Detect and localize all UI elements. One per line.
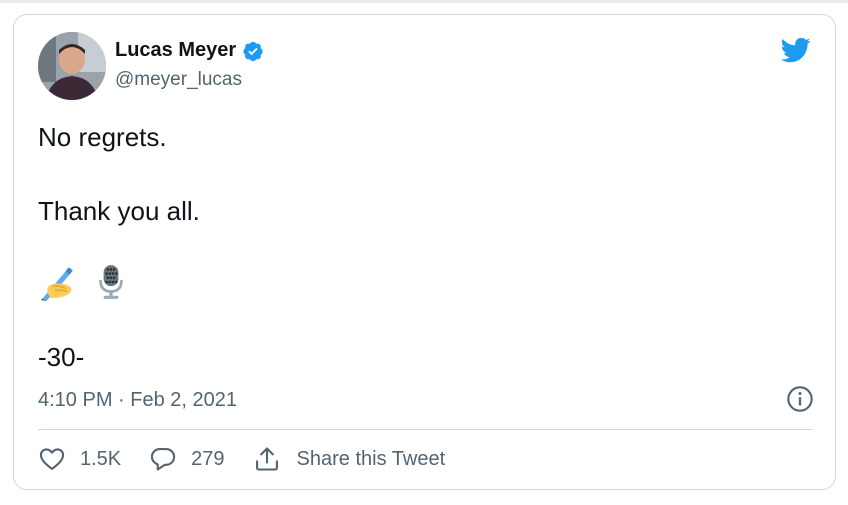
share-icon xyxy=(255,447,278,471)
tweet-text: No regrets. Thank you all. xyxy=(38,119,200,230)
info-icon[interactable] xyxy=(786,385,814,413)
tweet-line: No regrets. xyxy=(38,122,167,152)
writing-hand-emoji xyxy=(41,267,73,301)
author-display-name[interactable]: Lucas Meyer xyxy=(115,39,236,62)
like-count: 1.5K xyxy=(80,447,122,470)
emoji-row xyxy=(38,263,130,301)
twitter-bird-icon[interactable] xyxy=(779,35,813,65)
share-label: Share this Tweet xyxy=(296,447,446,470)
tweet-actions: 1.5K 279 Share this Tweet xyxy=(38,445,473,473)
heart-icon xyxy=(39,448,65,470)
like-button[interactable]: 1.5K xyxy=(38,445,121,473)
reply-button[interactable]: 279 xyxy=(149,445,225,473)
tweet-line: Thank you all. xyxy=(38,196,200,226)
reply-bubble-icon xyxy=(151,448,176,471)
embedded-tweet-card[interactable]: Lucas Meyer @meyer_lucas No regrets. Tha… xyxy=(13,14,836,490)
author-name-row[interactable]: Lucas Meyer xyxy=(115,39,264,62)
tweet-timestamp[interactable]: 4:10 PM · Feb 2, 2021 xyxy=(38,389,237,412)
verified-badge-icon xyxy=(243,41,263,61)
tweet-closing-text: -30- xyxy=(38,342,85,372)
author-handle[interactable]: @meyer_lucas xyxy=(115,69,242,91)
reply-count: 279 xyxy=(191,447,225,470)
top-border xyxy=(0,0,848,3)
microphone-emoji xyxy=(99,265,123,299)
divider xyxy=(38,429,813,430)
avatar[interactable] xyxy=(38,32,106,100)
share-button[interactable]: Share this Tweet xyxy=(253,445,446,473)
